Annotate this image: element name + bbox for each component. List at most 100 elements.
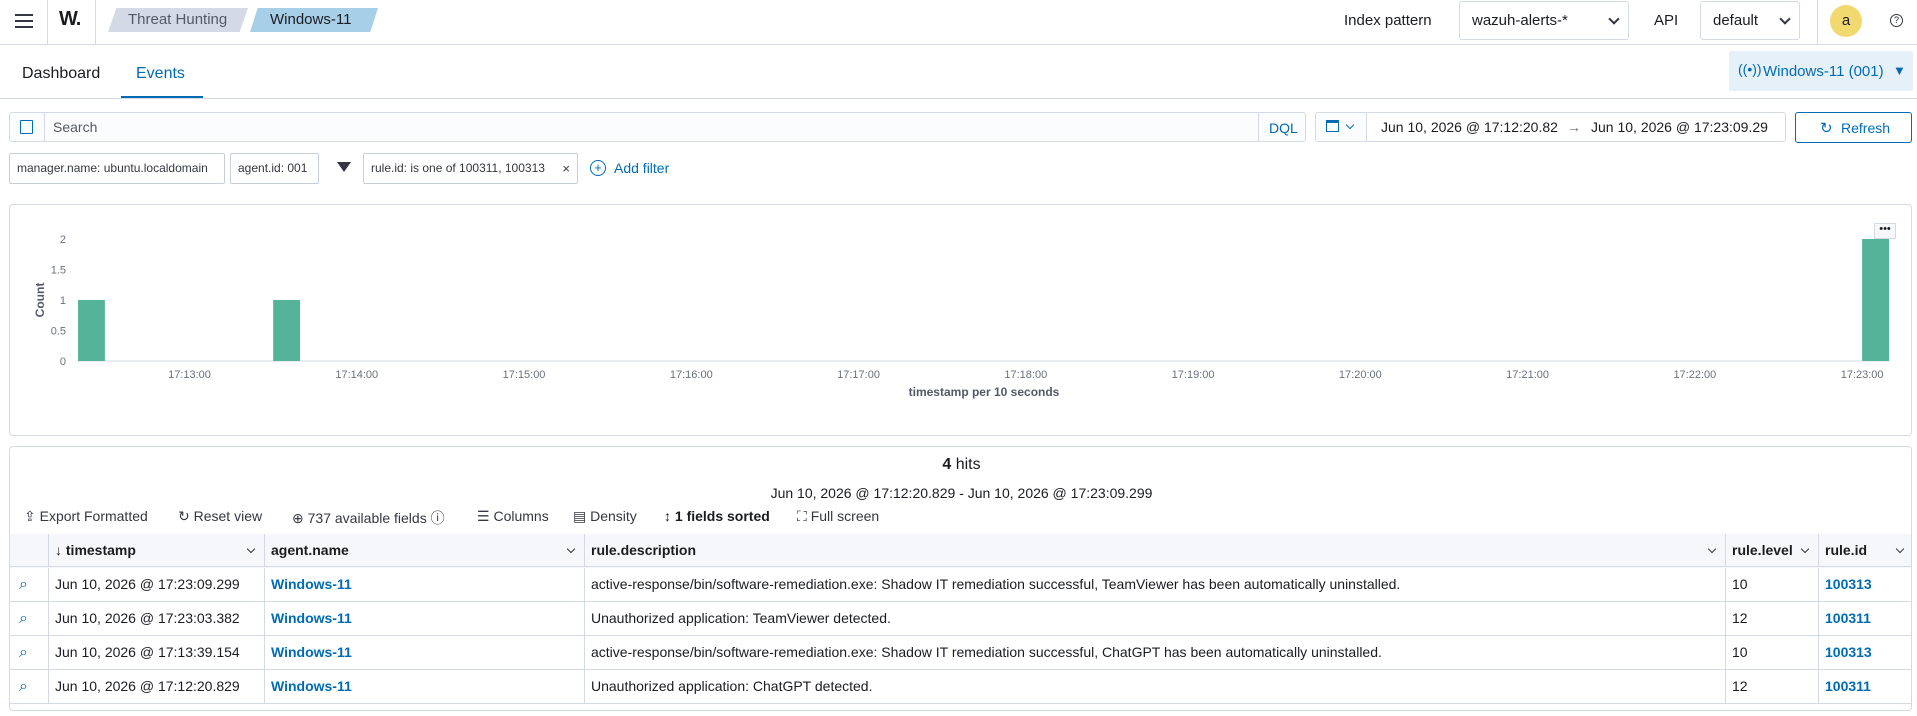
refresh-label: Refresh	[1841, 120, 1891, 136]
cell-timestamp: Jun 10, 2026 @ 17:23:09.299	[49, 568, 265, 601]
cell-agent-name[interactable]: Windows-11	[265, 636, 585, 669]
filter-pill-rule-id[interactable]: rule.id: is one of 100311, 100313 ×	[363, 153, 578, 184]
date-range-display[interactable]: Jun 10, 2026 @ 17:12:20.82 → Jun 10, 202…	[1366, 112, 1786, 142]
cell-agent-name[interactable]: Windows-11	[265, 670, 585, 703]
column-header-timestamp[interactable]: ↓ timestamp	[49, 534, 265, 567]
filter-pill-manager[interactable]: manager.name: ubuntu.localdomain	[9, 153, 225, 184]
x-tick-label: 17:22:00	[1673, 369, 1716, 381]
filter-icon[interactable]	[337, 162, 351, 172]
filter-pill-agent-id[interactable]: agent.id: 001	[230, 153, 319, 184]
y-tick-label: 0	[60, 356, 66, 368]
cell-rule-description: active-response/bin/software-remediation…	[585, 568, 1726, 601]
agent-badge-label: Windows-11 (001)	[1763, 63, 1884, 80]
full-screen-button[interactable]: ⛶ Full screen	[797, 508, 879, 525]
histogram-bar[interactable]	[78, 300, 105, 361]
help-icon[interactable]: ?	[1890, 14, 1903, 27]
agent-header-label: agent.name	[271, 542, 349, 558]
column-header-rule-level[interactable]: rule.level	[1726, 534, 1819, 567]
histogram-bar[interactable]	[273, 300, 301, 361]
x-axis-title: timestamp per 10 seconds	[909, 385, 1060, 399]
cell-rule-id[interactable]: 100311	[1819, 602, 1911, 635]
arrow-right-icon: →	[1567, 119, 1581, 135]
index-pattern-label: Index pattern	[1344, 12, 1432, 29]
index-pattern-select[interactable]: wazuh-alerts-*	[1459, 1, 1629, 40]
timestamp-header-label: timestamp	[65, 542, 136, 558]
chevron-down-icon	[1345, 120, 1355, 130]
breadcrumb-windows-11[interactable]: Windows-11	[250, 8, 378, 32]
agent-badge[interactable]: ((•)) Windows-11 (001) ▼	[1729, 51, 1913, 91]
cell-rule-id[interactable]: 100313	[1819, 636, 1911, 669]
date-quick-select[interactable]	[1315, 112, 1367, 142]
wazuh-logo[interactable]: W.	[59, 8, 81, 31]
cell-rule-level: 10	[1726, 568, 1819, 601]
inspect-icon[interactable]: ⌕	[16, 610, 28, 627]
histogram-chart: 2 1.5 1 0.5 0 17:13:00 17:14:00 17:15:00 17:16:0…	[33, 234, 1890, 399]
refresh-button[interactable]: ↻ Refresh	[1795, 112, 1912, 143]
tabs-divider	[0, 98, 1917, 99]
column-header-rule-description[interactable]: rule.description	[585, 534, 1726, 567]
table-row: ⌕ Jun 10, 2026 @ 17:23:09.299 Windows-11 ac…	[10, 568, 1911, 602]
inspect-row-cell: ⌕	[10, 602, 49, 635]
close-icon[interactable]: ×	[562, 154, 570, 183]
sort-fields-button[interactable]: ↕ 1 fields sorted	[664, 508, 770, 524]
histogram-panel: ••• 2 1.5 1 0.5 0 17:13:00 17:14:00 17:15:00 17:…	[9, 204, 1912, 436]
info-icon: ⓘ	[430, 510, 445, 526]
y-axis-title: Count	[33, 283, 47, 318]
cell-agent-name[interactable]: Windows-11	[265, 602, 585, 635]
x-tick-label: 17:16:00	[670, 369, 713, 381]
saved-query-button[interactable]	[9, 112, 45, 142]
divider	[47, 0, 48, 44]
api-label: API	[1654, 12, 1679, 29]
menu-icon[interactable]	[15, 13, 33, 29]
index-pattern-value: wazuh-alerts-*	[1472, 12, 1568, 29]
column-header-rule-id[interactable]: rule.id	[1819, 534, 1911, 567]
tab-events[interactable]: Events	[136, 65, 185, 83]
x-tick-label: 17:23:00	[1841, 369, 1884, 381]
chevron-down-icon[interactable]	[246, 544, 256, 554]
available-fields-button[interactable]: ⊕ 737 available fields ⓘ	[292, 508, 445, 528]
cell-rule-id[interactable]: 100311	[1819, 670, 1911, 703]
time-from[interactable]: Jun 10, 2026 @ 17:12:20.82	[1381, 119, 1558, 135]
pin-icon[interactable]: ▼	[1893, 63, 1906, 78]
cell-rule-description: Unauthorized application: TeamViewer det…	[585, 602, 1726, 635]
api-select[interactable]: default	[1700, 1, 1800, 40]
x-tick-label: 17:13:00	[168, 369, 211, 381]
chevron-down-icon[interactable]	[566, 544, 576, 554]
inspect-icon[interactable]: ⌕	[16, 644, 28, 661]
density-button[interactable]: ▤ Density	[573, 508, 637, 525]
columns-button[interactable]: ☰ Columns	[477, 508, 549, 525]
x-tick-label: 17:18:00	[1004, 369, 1047, 381]
reset-label: Reset view	[193, 508, 263, 524]
sorted-label: 1 fields sorted	[674, 508, 770, 524]
search-input[interactable]: Search	[44, 112, 1259, 142]
cell-timestamp: Jun 10, 2026 @ 17:13:39.154	[49, 636, 265, 669]
time-to[interactable]: Jun 10, 2026 @ 17:23:09.29	[1591, 119, 1768, 135]
avatar[interactable]: a	[1830, 5, 1862, 37]
columns-label: Columns	[493, 508, 549, 524]
reset-view-button[interactable]: ↻ Reset view	[178, 508, 262, 525]
export-formatted-button[interactable]: ⇪ Export Formatted	[24, 508, 148, 525]
cell-agent-name[interactable]: Windows-11	[265, 568, 585, 601]
chevron-down-icon[interactable]	[1895, 544, 1905, 554]
inspect-icon[interactable]: ⌕	[16, 576, 28, 593]
column-header-agent-name[interactable]: agent.name	[265, 534, 585, 567]
divider	[95, 0, 96, 44]
dql-label: DQL	[1269, 120, 1298, 136]
y-tick-label: 2	[60, 234, 66, 246]
chevron-down-icon[interactable]	[1707, 544, 1717, 554]
inspect-row-cell: ⌕	[10, 670, 49, 703]
tab-dashboard[interactable]: Dashboard	[22, 65, 100, 83]
hits-summary: 4 hits	[10, 456, 1911, 474]
sort-arrow-icon: ↓	[55, 542, 66, 558]
histogram-bar[interactable]	[1862, 239, 1889, 361]
chevron-down-icon[interactable]	[1800, 544, 1810, 554]
reset-icon: ↻	[178, 508, 194, 524]
table-row: ⌕ Jun 10, 2026 @ 17:12:20.829 Windows-11 Un…	[10, 670, 1911, 704]
inspect-row-cell: ⌕	[10, 636, 49, 669]
query-language-button[interactable]: DQL	[1258, 112, 1306, 142]
inspect-icon[interactable]: ⌕	[16, 678, 28, 695]
x-tick-label: 17:19:00	[1172, 369, 1215, 381]
sort-icon: ↕	[664, 508, 675, 524]
cell-rule-id[interactable]: 100313	[1819, 568, 1911, 601]
breadcrumb-threat-hunting[interactable]: Threat Hunting	[108, 8, 248, 32]
